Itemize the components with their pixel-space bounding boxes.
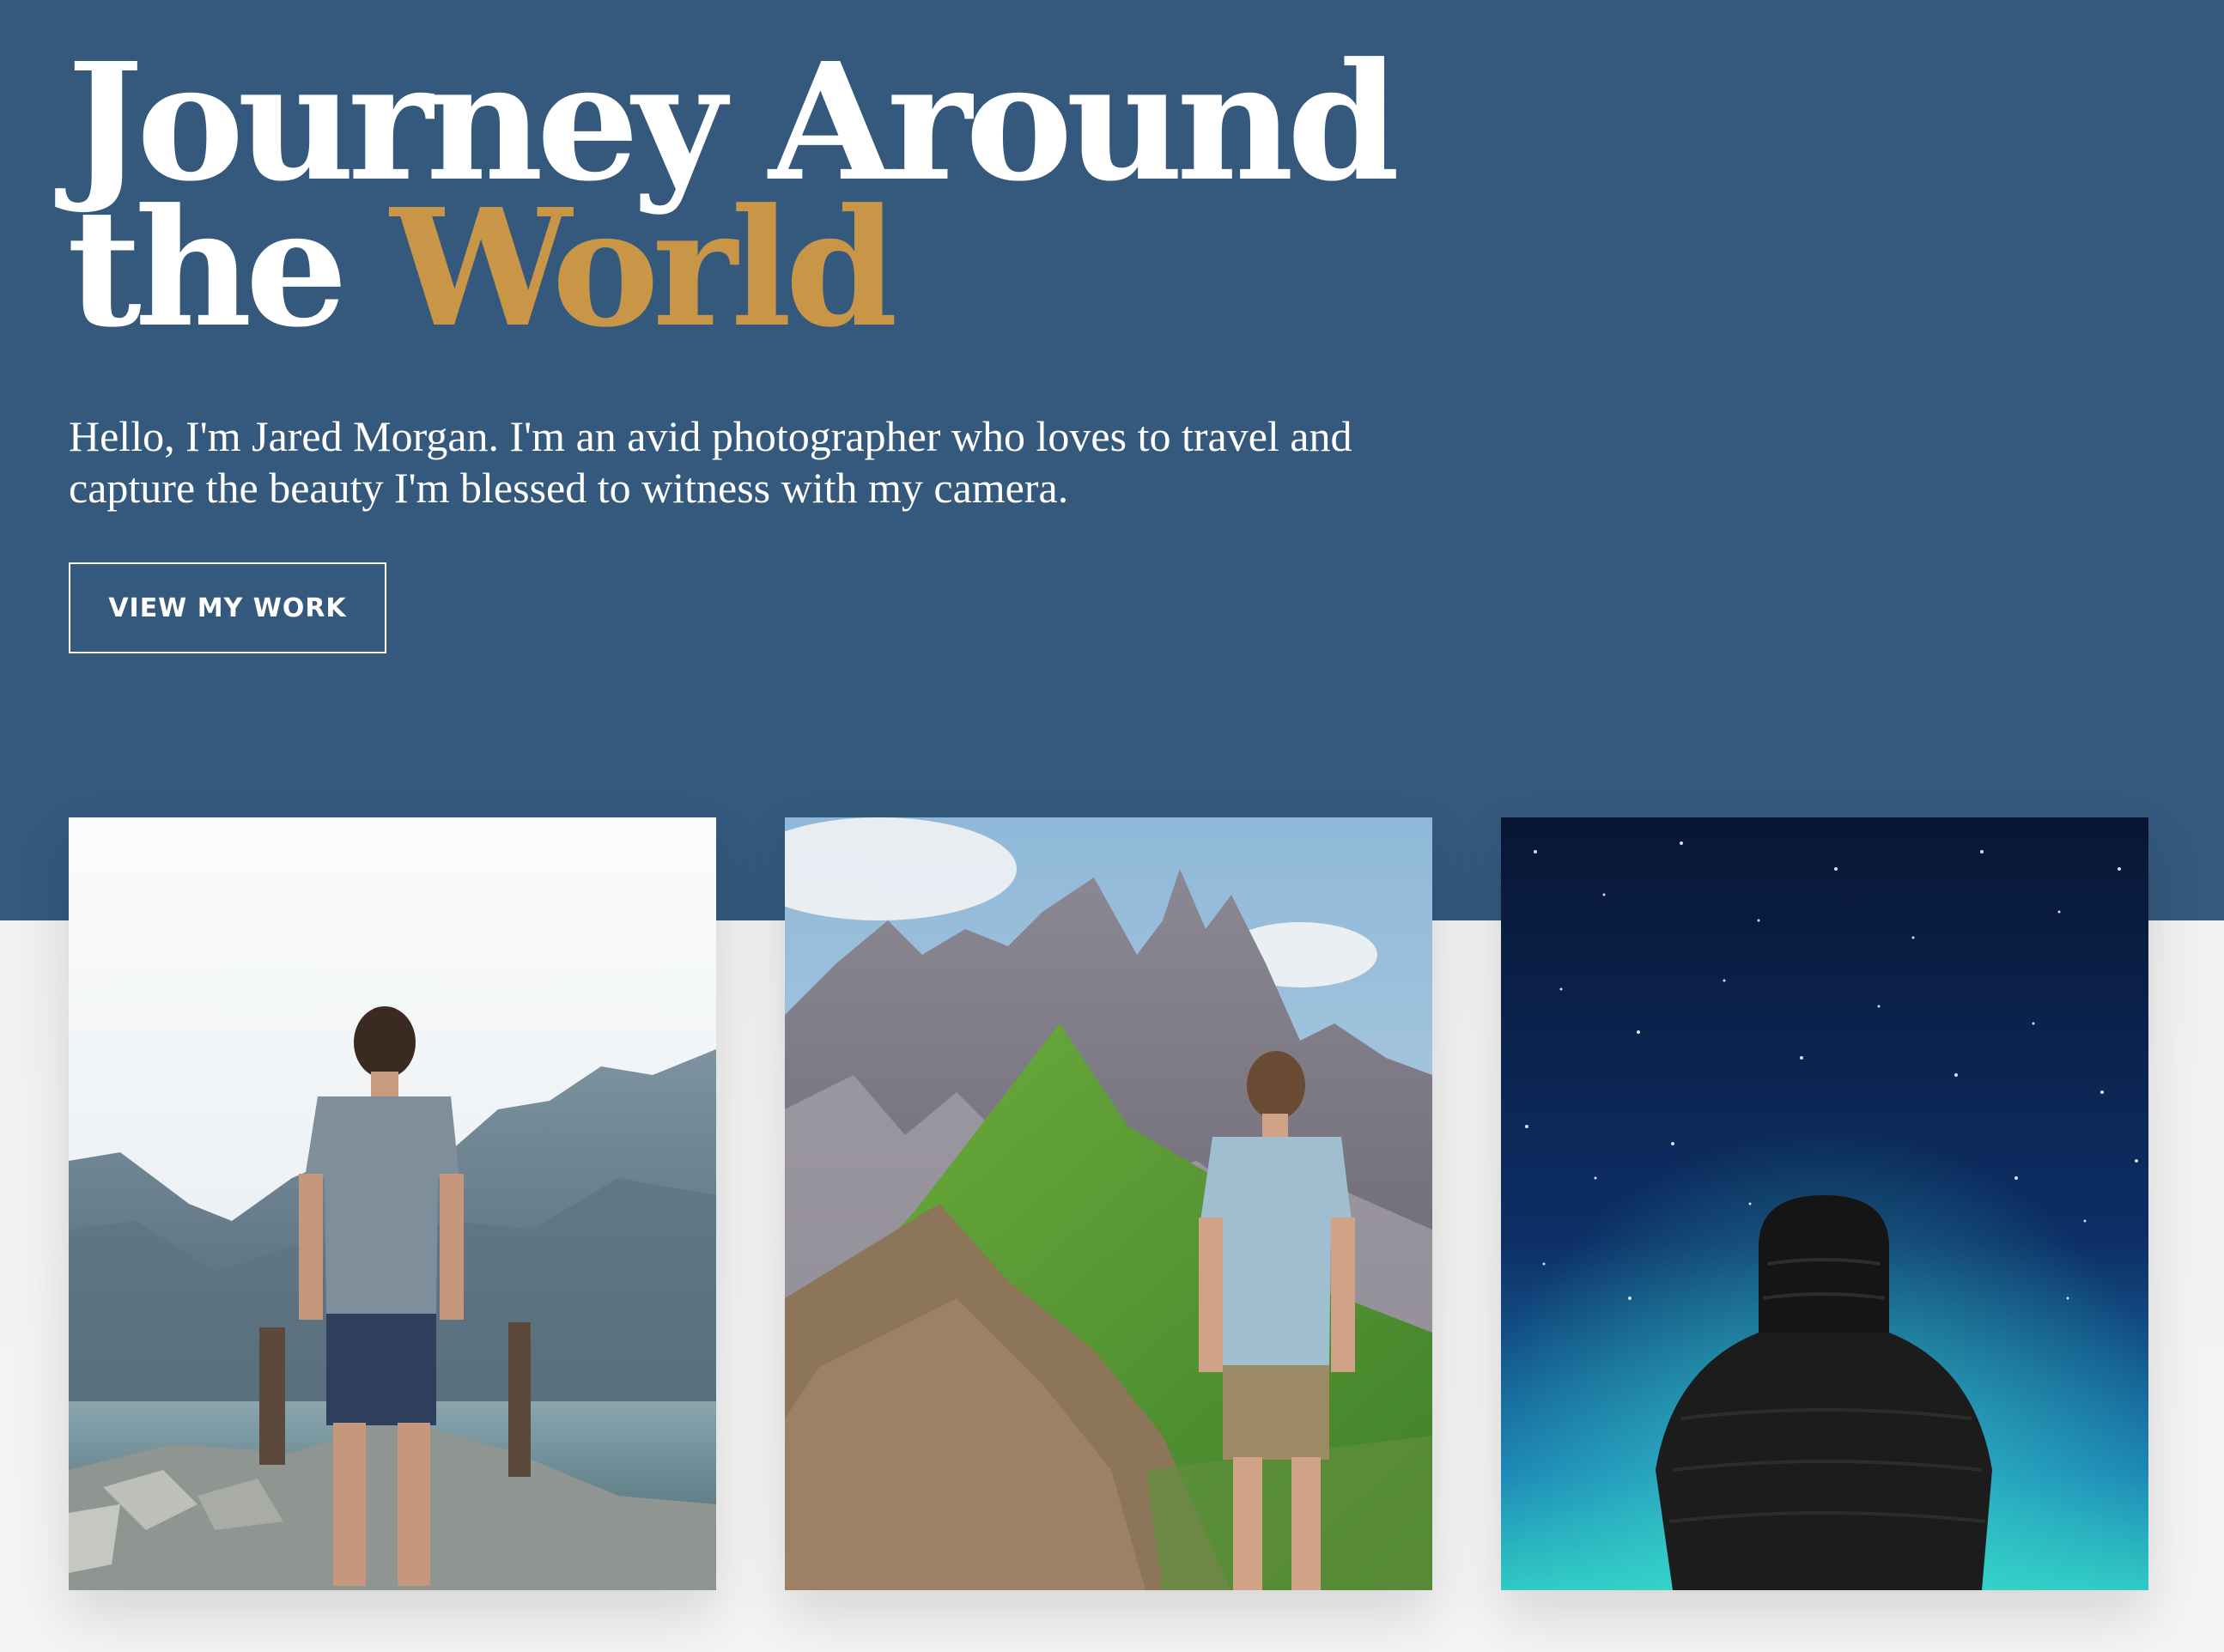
- gallery-card-lake[interactable]: [69, 817, 716, 1590]
- hero-title-line2-prefix: the: [67, 173, 391, 363]
- hero-section: Journey Around the World Hello, I'm Jare…: [0, 0, 2224, 920]
- starry-sky-photo: [1501, 817, 2148, 1590]
- mountain-peaks-photo: [785, 817, 1432, 1590]
- hero-title: Journey Around the World: [67, 42, 1400, 349]
- lake-pier-photo: [69, 817, 716, 1590]
- view-my-work-button[interactable]: VIEW MY WORK: [69, 562, 386, 653]
- hero-title-accent: World: [390, 173, 898, 363]
- hero-intro-text: Hello, I'm Jared Morgan. I'm an avid pho…: [69, 412, 1352, 512]
- gallery-card-night-sky[interactable]: [1501, 817, 2148, 1590]
- gallery-card-mountains[interactable]: [785, 817, 1432, 1590]
